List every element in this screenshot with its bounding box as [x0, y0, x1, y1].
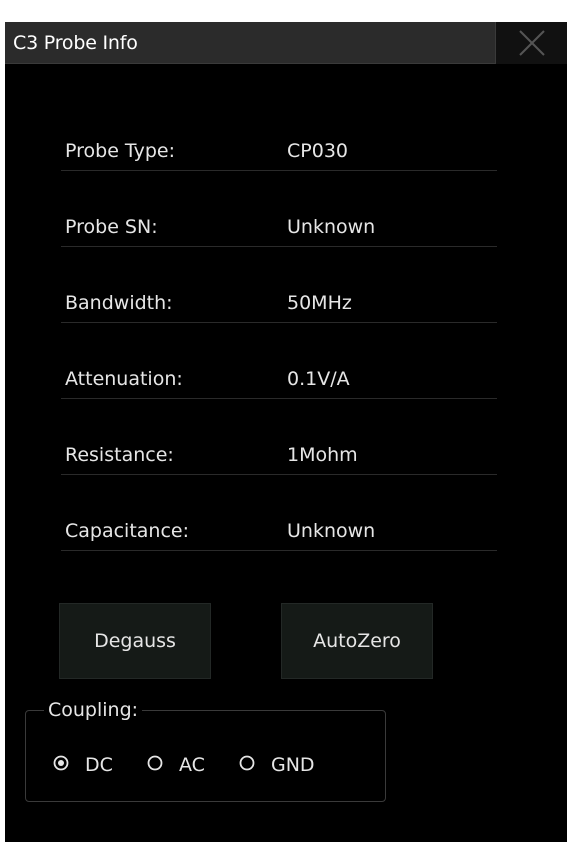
- radio-unselected-icon: [239, 755, 255, 771]
- info-row-attenuation: Attenuation: 0.1V/A: [61, 353, 497, 399]
- info-row-probe-type: Probe Type: CP030: [61, 125, 497, 171]
- info-value: Unknown: [287, 216, 376, 238]
- info-label: Resistance:: [65, 444, 174, 466]
- info-label: Attenuation:: [65, 368, 183, 390]
- close-icon: [519, 30, 545, 56]
- info-label: Probe Type:: [65, 140, 175, 162]
- dialog-titlebar: C3 Probe Info: [5, 22, 567, 64]
- info-row-bandwidth: Bandwidth: 50MHz: [61, 277, 497, 323]
- probe-info-dialog: C3 Probe Info Probe Type: CP030 Probe SN…: [5, 22, 567, 842]
- degauss-button[interactable]: Degauss: [59, 603, 211, 679]
- info-label: Probe SN:: [65, 216, 158, 238]
- info-row-capacitance: Capacitance: Unknown: [61, 505, 497, 551]
- dialog-title: C3 Probe Info: [13, 32, 138, 54]
- radio-label: DC: [85, 754, 113, 776]
- info-row-probe-sn: Probe SN: Unknown: [61, 201, 497, 247]
- autozero-button[interactable]: AutoZero: [281, 603, 433, 679]
- info-value: 0.1V/A: [287, 368, 350, 390]
- info-row-resistance: Resistance: 1Mohm: [61, 429, 497, 475]
- info-value: Unknown: [287, 520, 376, 542]
- info-value: 50MHz: [287, 292, 352, 314]
- radio-label: GND: [271, 754, 315, 776]
- info-value: 1Mohm: [287, 444, 358, 466]
- info-label: Bandwidth:: [65, 292, 173, 314]
- info-label: Capacitance:: [65, 520, 190, 542]
- info-value: CP030: [287, 140, 348, 162]
- coupling-group: Coupling:: [25, 697, 386, 802]
- radio-unselected-icon: [147, 755, 163, 771]
- radio-selected-icon: [53, 755, 69, 771]
- close-button[interactable]: [495, 22, 567, 64]
- coupling-legend: Coupling:: [44, 697, 143, 723]
- radio-label: AC: [179, 754, 205, 776]
